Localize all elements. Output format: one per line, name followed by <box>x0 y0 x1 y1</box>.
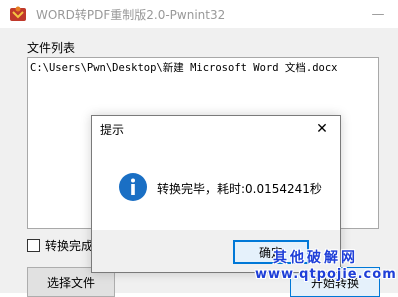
app-icon <box>10 6 26 21</box>
title-bar: WORD转PDF重制版2.0-Pwnint32 — <box>0 0 398 28</box>
watermark-url: www.qtpojie.com <box>255 267 397 282</box>
minimize-icon: — <box>371 6 385 22</box>
convert-done-option[interactable]: 转换完成 <box>27 237 93 254</box>
dialog-message: 转换完毕，耗时:0.0154241秒 <box>157 182 322 196</box>
watermark: 其他破解网 www.qtpojie.com <box>255 247 398 293</box>
dialog-title: 提示 <box>100 123 125 137</box>
convert-done-label: 转换完成 <box>45 239 94 253</box>
convert-done-checkbox[interactable] <box>27 239 40 252</box>
file-list-label: 文件列表 <box>27 41 76 55</box>
list-item[interactable]: C:\Users\Pwn\Desktop\新建 Microsoft Word 文… <box>30 60 338 75</box>
watermark-title: 其他破解网 <box>273 250 358 266</box>
dialog-body: 转换完毕，耗时:0.0154241秒 <box>92 148 340 230</box>
close-icon: ✕ <box>316 121 328 137</box>
window-title: WORD转PDF重制版2.0-Pwnint32 <box>36 8 226 22</box>
close-button[interactable]: ✕ <box>312 119 332 139</box>
select-file-label: 选择文件 <box>46 275 95 290</box>
minimize-button[interactable]: — <box>358 0 398 28</box>
info-icon <box>119 173 147 201</box>
